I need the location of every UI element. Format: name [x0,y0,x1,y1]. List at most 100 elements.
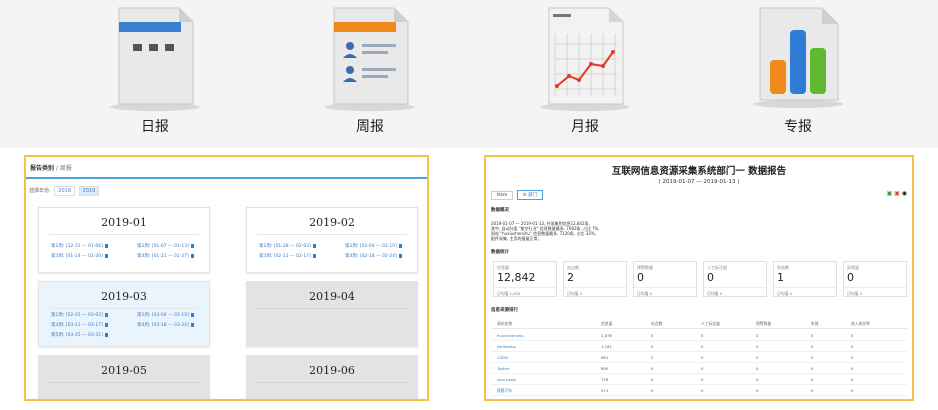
table-cell: 0 [851,344,854,349]
week-link[interactable]: 第2周: [02-04 — 02-10] [345,243,402,249]
month-title: 2019-01 [49,208,199,235]
file-icon [190,254,194,258]
source-link[interactable]: sina news [497,375,516,385]
table-cell: 0 [701,366,704,371]
table-cell: 0 [811,388,814,393]
week-link[interactable]: 第1周: [12-31 — 01-06] [51,243,108,249]
table-cell: 571 [601,388,609,393]
table-cell: 0 [851,377,854,382]
week-link[interactable]: 第3周: [01-14 — 01-20] [51,253,108,259]
source-link[interactable]: CSDN [497,353,508,363]
file-icon [104,313,108,317]
year-selector: 选择年份: 2018 2019 [26,179,427,203]
file-icon [190,244,194,248]
table-cell: 0 [851,388,854,393]
month-card-2019-04[interactable]: 2019-04 [246,281,418,347]
eye-icon[interactable]: ◉ [902,190,907,197]
month-title: 2019-05 [49,356,199,383]
month-card-2019-03: 2019-03 第1周: [02-25 — 03-03] 第2周: [03-04… [38,281,210,347]
file-icon [104,333,108,337]
table-row[interactable]: 搜狐汽车 571 0 0 0 0 0 [491,386,907,396]
stat-card: 信息量 12,842 日均值 1,835 [493,261,557,297]
month-card-2019-02: 2019-02 第1周: [01-28 — 02-03] 第2周: [02-04… [246,207,418,273]
table-cell: 0 [756,377,759,382]
table-cell: 0 [651,377,654,382]
special-report-icon [753,7,843,108]
stats-heading: 数据统计 [491,250,509,255]
table-cell: 0 [811,355,814,360]
table-cell: 0 [651,366,654,371]
table-row[interactable]: jiaribedbu 1,181 0 0 0 0 0 [491,342,907,352]
daily-report-icon [110,7,200,111]
pdf-export-icon[interactable]: ▣ [894,190,900,197]
report-date-range: ( 2019-01-07 — 2019-01-13 ) [658,179,740,185]
ranking-heading: 信息来源排行 [491,308,518,313]
table-row[interactable]: sina news 776 0 0 0 0 0 [491,375,907,385]
table-cell: 890 [601,366,609,371]
source-link[interactable]: huxiushenshu [497,331,523,341]
week-link[interactable]: 第1周: [01-28 — 02-03] [259,243,316,249]
week-link[interactable]: 第4周: [02-18 — 02-24] [345,253,402,259]
report-title: 互联网信息资源采集系统部门一 数据报告 [611,166,787,177]
source-link[interactable]: Twitter [497,364,510,374]
table-cell: 0 [651,333,654,338]
category-daily[interactable]: 日报 [95,4,215,144]
week-link[interactable]: 第5周: [03-25 — 03-31] [51,332,108,338]
month-title: 2019-04 [257,282,407,309]
table-row[interactable]: CSDN 981 2 0 0 0 0 [491,353,907,363]
file-icon [398,244,402,248]
week-link[interactable]: 第4周: [03-18 — 03-24] [137,322,194,328]
table-cell: 0 [701,388,704,393]
table-row[interactable]: Twitter 890 0 0 0 0 0 [491,364,907,374]
month-card-2019-05[interactable]: 2019-05 [38,355,210,399]
month-title: 2019-02 [257,208,407,235]
overview-summary: 2019-01-07 — 2019-01-13, 共采集到信息12,842条, … [491,221,600,241]
category-monthly[interactable]: 月报 [525,4,645,144]
week-link[interactable]: 第4周: [01-21 — 01-27] [137,253,194,259]
stat-card: 人工标注量 0 日均值 0 [703,261,767,297]
table-cell: 0 [701,333,704,338]
category-label: 周报 [356,119,384,135]
table-cell: 0 [701,344,704,349]
month-title: 2019-03 [49,282,199,309]
week-link[interactable]: 第1周: [02-25 — 03-03] [51,312,108,318]
tab-department[interactable]: ⚙ 部门 [516,190,544,200]
report-tabs: Item ⚙ 部门 [491,190,545,200]
table-cell: 0 [701,377,704,382]
file-icon [398,254,402,258]
week-link[interactable]: 第3周: [02-11 — 02-17] [259,253,316,259]
report-category-bar: 日报 周报 月报 专报 [0,0,938,148]
week-link[interactable]: 第3周: [03-11 — 03-17] [51,322,108,328]
table-cell: 0 [851,366,854,371]
breadcrumb-root[interactable]: 报告类别 [30,165,54,172]
file-icon [104,323,108,327]
table-cell: 0 [651,388,654,393]
table-cell: 2,876 [601,333,612,338]
table-cell: 0 [756,388,759,393]
week-link[interactable]: 第2周: [01-07 — 01-13] [137,243,194,249]
excel-export-icon[interactable]: ▣ [887,190,893,197]
weekly-report-panel: 报告类别 / 周报 选择年份: 2018 2019 2019-01 第1周: [… [24,155,429,401]
category-weekly[interactable]: 周报 [310,4,430,144]
week-link[interactable]: 第2周: [03-04 — 03-10] [137,312,194,318]
table-cell: 0 [651,344,654,349]
stat-card: 预警数量 0 日均值 0 [633,261,697,297]
file-icon [190,323,194,327]
file-icon [312,244,316,248]
table-cell: 776 [601,377,609,382]
table-cell: 0 [756,333,759,338]
table-cell: 0 [756,344,759,349]
month-card-2019-01: 2019-01 第1周: [12-31 — 01-06] 第2周: [01-07… [38,207,210,273]
table-cell: 0 [851,333,854,338]
month-card-2019-06[interactable]: 2019-06 [246,355,418,399]
source-link[interactable]: 搜狐汽车 [497,386,512,396]
source-link[interactable]: jiaribedbu [497,342,516,352]
year-option-2018[interactable]: 2018 [54,186,76,196]
category-special[interactable]: 专报 [738,4,858,144]
tab-item[interactable]: Item [491,191,514,200]
table-cell: 0 [756,366,759,371]
file-icon [104,254,108,258]
table-row[interactable]: huxiushenshu 2,876 0 0 0 0 0 [491,331,907,341]
year-option-2019[interactable]: 2019 [78,186,100,196]
export-tools: ▣ ▣ ◉ [887,190,907,197]
